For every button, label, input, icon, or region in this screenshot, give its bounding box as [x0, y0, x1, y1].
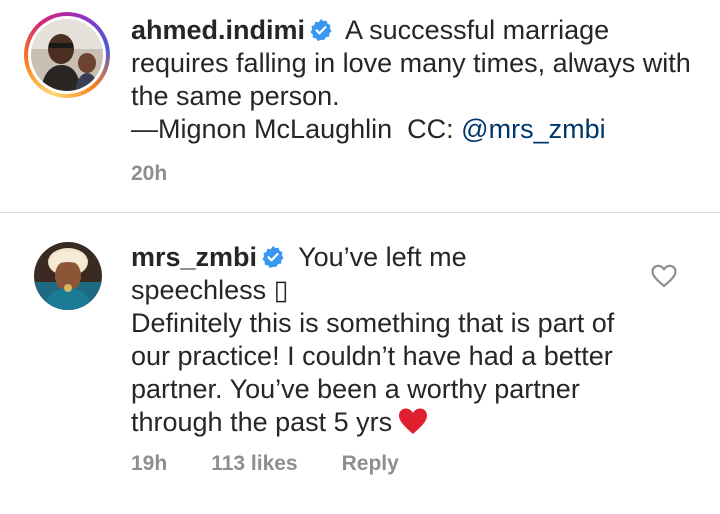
caption-username[interactable]: ahmed.indimi: [131, 15, 305, 45]
caption-text-line1: A successful marriage: [345, 15, 610, 45]
comment-likes-count[interactable]: 113 likes: [211, 452, 297, 475]
avatar-ahmed-indimi[interactable]: [31, 19, 103, 91]
caption-attribution: —Mignon McLaughlin: [131, 114, 393, 144]
story-ring[interactable]: [24, 12, 110, 98]
comment-text-line2: speechless: [131, 275, 267, 305]
caption-meta: 20h: [131, 162, 211, 186]
caption-mention-link[interactable]: @mrs_zmbi: [461, 114, 605, 144]
comment-meta: 19h 113 likes Reply: [131, 452, 443, 476]
verified-badge-icon: [262, 246, 284, 268]
heart-outline-icon[interactable]: [651, 264, 677, 288]
caption-text: ahmed.indimi A successful marriage requi…: [131, 14, 701, 146]
caption-cc-label: CC:: [407, 114, 454, 144]
avatar-mrs-zmbi[interactable]: [34, 242, 102, 310]
avatar-gap: [28, 16, 106, 94]
divider: [0, 212, 720, 213]
comment-timestamp: 19h: [131, 452, 168, 475]
red-heart-icon: [399, 408, 428, 434]
caption-text-rest: requires falling in love many times, alw…: [131, 48, 691, 111]
caption-timestamp: 20h: [131, 162, 168, 185]
reply-button[interactable]: Reply: [342, 452, 399, 475]
missing-glyph: ▯: [273, 275, 289, 305]
comment-username[interactable]: mrs_zmbi: [131, 242, 257, 272]
comment-text-line1: You’ve left me: [298, 242, 467, 272]
comment-text-body: Definitely this is something that is par…: [131, 308, 615, 437]
comment-text: mrs_zmbi You’ve left me speechless ▯ Def…: [131, 241, 631, 439]
post-caption: ahmed.indimi A successful marriage requi…: [0, 0, 720, 212]
verified-badge-icon: [310, 19, 332, 41]
